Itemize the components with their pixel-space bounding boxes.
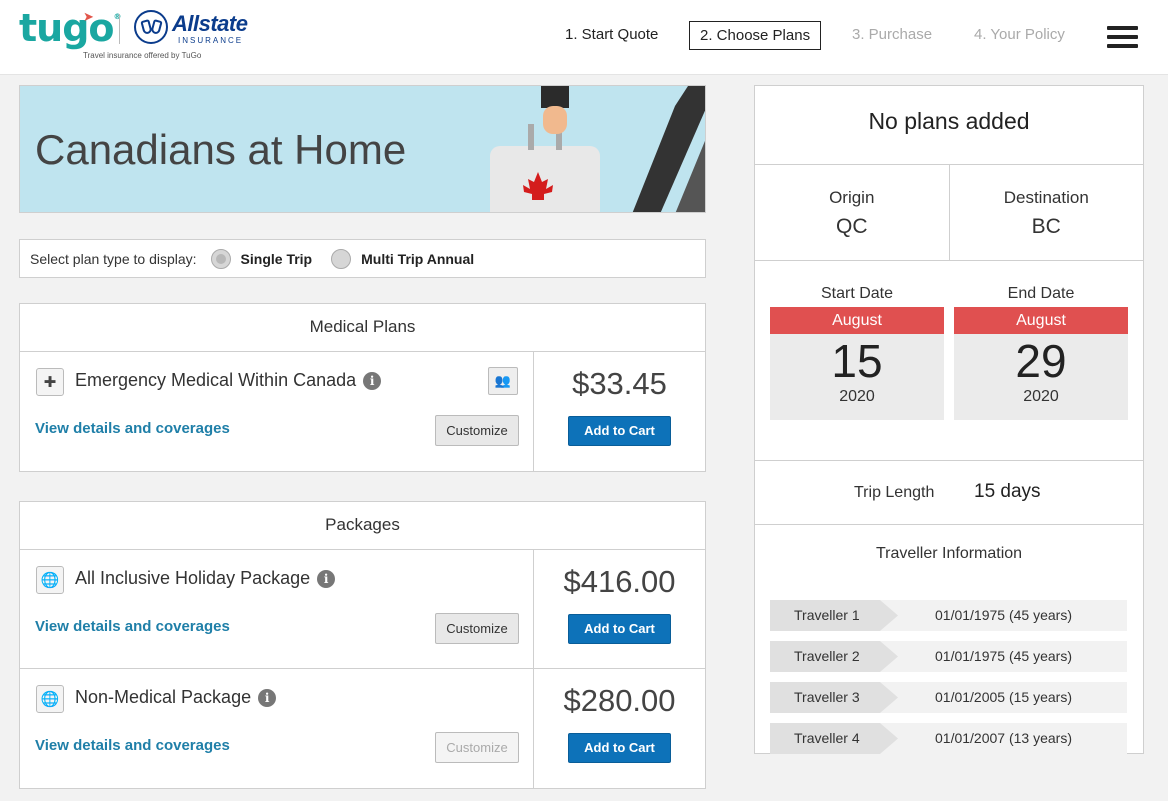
quote-summary-panel: No plans added Origin QC Destination BC … <box>754 85 1144 754</box>
start-date: Start Date August 15 2020 <box>770 285 944 420</box>
plan-price: $33.45 <box>572 366 667 401</box>
origin-label: Origin <box>829 188 875 207</box>
top-header: tugo® ➤ Allstate INSURANCE Travel insura… <box>0 0 1168 75</box>
traveller-label: Traveller 2 <box>770 641 898 672</box>
cart-status: No plans added <box>755 86 1143 165</box>
medical-plans-title: Medical Plans <box>20 304 705 352</box>
traveller-row: Traveller 4 01/01/2007 (13 years) <box>770 723 1127 754</box>
customize-button[interactable]: Customize <box>435 613 519 644</box>
info-icon[interactable]: i <box>317 569 336 588</box>
add-to-cart-button[interactable]: Add to Cart <box>568 733 671 763</box>
customize-button[interactable]: Customize <box>435 415 519 446</box>
view-details-link[interactable]: View details and coverages <box>35 618 230 635</box>
trip-length: Trip Length 15 days <box>755 461 1143 525</box>
allstate-insurance-text: INSURANCE <box>178 36 244 45</box>
hero-banner: Canadians at Home <box>19 85 706 213</box>
medical-kit-icon: ✚ <box>36 368 64 396</box>
plan-type-selector: Select plan type to display: Single Trip… <box>19 239 706 278</box>
traveller-label: Traveller 4 <box>770 723 898 754</box>
end-date-year: 2020 <box>1023 388 1059 405</box>
globe-plane-icon: 🌐 <box>36 566 64 594</box>
packages-panel: Packages 🌐 All Inclusive Holiday Package… <box>19 501 706 789</box>
step-choose-plans[interactable]: 2. Choose Plans <box>689 21 822 50</box>
step-purchase: 3. Purchase <box>852 26 933 43</box>
tugo-logo-text: tugo <box>19 6 115 50</box>
destination-label: Destination <box>1003 188 1089 207</box>
radio-single-trip[interactable] <box>210 248 231 269</box>
group-icon[interactable]: 👥 <box>488 367 518 395</box>
trip-length-label: Trip Length <box>854 484 935 501</box>
plan-type-label: Select plan type to display: <box>30 250 197 267</box>
plan-price: $416.00 <box>563 564 676 599</box>
step-start-quote[interactable]: 1. Start Quote <box>565 26 658 43</box>
packages-title: Packages <box>20 502 705 550</box>
plan-name-text: Non-Medical Package <box>75 687 252 707</box>
start-date-day: 15 <box>831 335 883 387</box>
plane-icon: ➤ <box>83 10 94 25</box>
allstate-hands-icon <box>134 10 168 44</box>
destination-value: BC <box>1031 215 1061 238</box>
hamburger-menu-icon[interactable] <box>1107 26 1138 48</box>
traveller-info-title: Traveller Information <box>875 545 1023 562</box>
plan-price: $280.00 <box>563 683 676 718</box>
traveller-row: Traveller 3 01/01/2005 (15 years) <box>770 682 1127 713</box>
logo-divider <box>119 14 120 44</box>
logo-tagline: Travel insurance offered by TuGo <box>83 51 202 60</box>
radio-multi-trip[interactable] <box>331 248 352 269</box>
plan-row: ✚ Emergency Medical Within Canada i 👥 Vi… <box>20 352 705 471</box>
end-date-day: 29 <box>1015 335 1067 387</box>
plan-name: Emergency Medical Within Canada i <box>75 370 382 391</box>
end-date: End Date August 29 2020 <box>954 285 1128 420</box>
traveller-label: Traveller 1 <box>770 600 898 631</box>
traveller-info: Traveller Information Traveller 1 01/01/… <box>755 545 1143 773</box>
start-date-year: 2020 <box>839 388 875 405</box>
trip-dates: Start Date August 15 2020 End Date Augus… <box>755 261 1143 461</box>
traveller-label: Traveller 3 <box>770 682 898 713</box>
traveller-dob: 01/01/2005 (15 years) <box>935 689 1072 705</box>
traveller-dob: 01/01/1975 (45 years) <box>935 648 1072 664</box>
view-details-link[interactable]: View details and coverages <box>35 737 230 754</box>
start-date-month: August <box>770 307 944 334</box>
traveller-dob: 01/01/2007 (13 years) <box>935 730 1072 746</box>
radio-multi-trip-label[interactable]: Multi Trip Annual <box>361 251 474 267</box>
traveller-row: Traveller 2 01/01/1975 (45 years) <box>770 641 1127 672</box>
add-to-cart-button[interactable]: Add to Cart <box>568 416 671 446</box>
traveller-row: Traveller 1 01/01/1975 (45 years) <box>770 600 1127 631</box>
info-icon[interactable]: i <box>363 371 382 390</box>
plan-row: 🌐 Non-Medical Package i View details and… <box>20 669 705 788</box>
plan-name: All Inclusive Holiday Package i <box>75 568 336 589</box>
tugo-logo[interactable]: tugo® ➤ <box>19 6 122 50</box>
end-date-label: End Date <box>1007 285 1075 302</box>
start-date-label: Start Date <box>820 285 894 302</box>
plan-name: Non-Medical Package i <box>75 687 277 708</box>
customize-button: Customize <box>435 732 519 763</box>
add-to-cart-button[interactable]: Add to Cart <box>568 614 671 644</box>
allstate-logo-text: Allstate <box>172 11 248 36</box>
end-date-month: August <box>954 307 1128 334</box>
info-icon[interactable]: i <box>258 688 277 707</box>
origin-destination: Origin QC Destination BC <box>755 165 1143 261</box>
radio-single-trip-label[interactable]: Single Trip <box>241 251 313 267</box>
traveller-dob: 01/01/1975 (45 years) <box>935 607 1072 623</box>
globe-plane-icon: 🌐 <box>36 685 64 713</box>
plan-row: 🌐 All Inclusive Holiday Package i View d… <box>20 550 705 669</box>
plan-name-text: All Inclusive Holiday Package <box>75 568 311 588</box>
step-your-policy: 4. Your Policy <box>974 26 1065 43</box>
luggage-illustration <box>490 86 705 212</box>
trip-length-value: 15 days <box>974 481 1041 502</box>
view-details-link[interactable]: View details and coverages <box>35 420 230 437</box>
origin-value: QC <box>836 215 868 238</box>
plan-name-text: Emergency Medical Within Canada <box>75 370 357 390</box>
medical-plans-panel: Medical Plans ✚ Emergency Medical Within… <box>19 303 706 472</box>
